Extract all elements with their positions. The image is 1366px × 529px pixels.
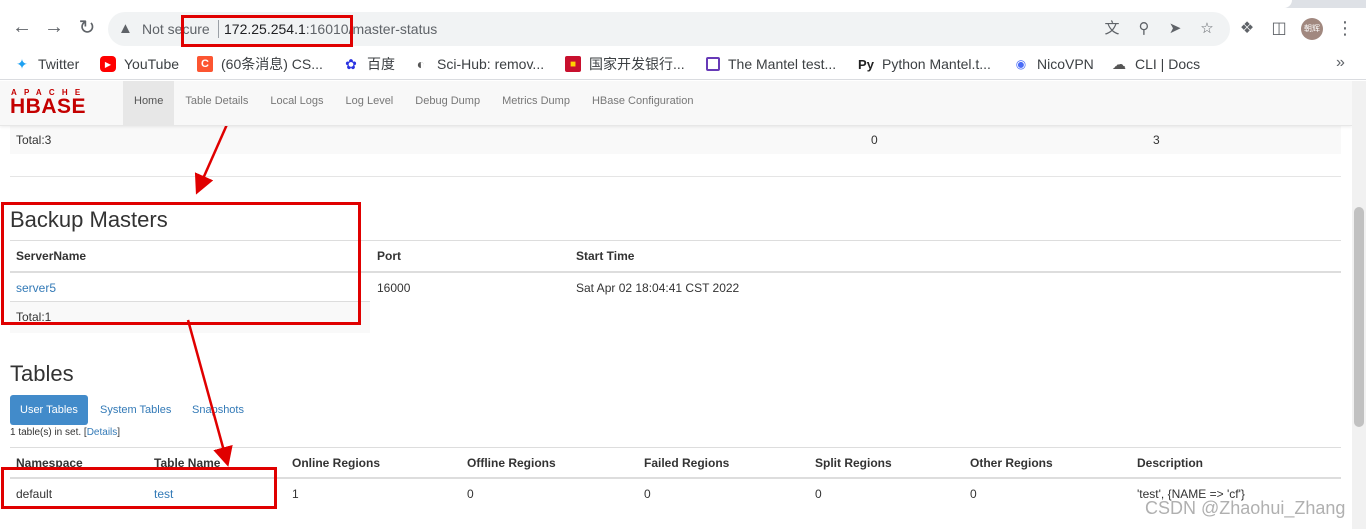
more-menu-icon[interactable]: ⋮ [1336, 18, 1354, 40]
column-header: Other Regions [970, 456, 1053, 470]
details-link[interactable]: Details [87, 427, 118, 438]
bookmark-mantel[interactable]: The Mantel test... [706, 54, 836, 74]
bookmark-twitter[interactable]: ✦ Twitter [14, 54, 79, 74]
bookmark-nicovpn[interactable]: ◉ NicoVPN [1013, 54, 1094, 74]
cloud-icon: ☁ [1112, 55, 1126, 72]
start-time-cell: Sat Apr 02 18:04:41 CST 2022 [576, 281, 740, 295]
column-header: Split Regions [815, 456, 892, 470]
tab-user-tables[interactable]: User Tables [10, 395, 88, 425]
scrollbar-thumb[interactable] [1354, 207, 1364, 427]
bookmark-baidu[interactable]: ✿ 百度 [343, 54, 395, 74]
column-header: Start Time [576, 249, 635, 263]
watermark: CSDN @Zhaohui_Zhang [1145, 498, 1346, 518]
tables-title: Tables [10, 361, 74, 386]
bookmark-youtube[interactable]: ▶ YouTube [100, 54, 179, 74]
bookmark-label: 国家开发银行... [589, 56, 685, 72]
bookmark-cli-docs[interactable]: ☁ CLI | Docs [1111, 54, 1200, 74]
nav-local-logs[interactable]: Local Logs [259, 81, 334, 126]
twitter-icon: ✦ [16, 55, 28, 72]
total-label: Total:3 [16, 133, 52, 147]
nav-table-details[interactable]: Table Details [174, 81, 259, 126]
active-tab-edge [0, 0, 1292, 8]
other-regions-cell: 0 [970, 487, 977, 501]
tab-system-tables[interactable]: System Tables [90, 395, 181, 425]
nav-hbase-configuration[interactable]: HBase Configuration [581, 81, 705, 126]
reload-icon[interactable]: ↻ [75, 15, 99, 39]
split-regions-cell: 0 [815, 487, 822, 501]
translate-icon[interactable]: 文 [1103, 20, 1121, 38]
total-value: 3 [1153, 133, 1160, 147]
bookmarks-bar: ✦ Twitter ▶ YouTube C (60条消息) CS... ✿ 百度 ◐ Sc… [0, 48, 1366, 80]
globe-icon: ◐ [416, 56, 426, 72]
bookmark-csdn[interactable]: C (60条消息) CS... [197, 54, 323, 74]
bookmark-label: NicoVPN [1037, 56, 1094, 72]
bookmark-label: Sci-Hub: remov... [437, 56, 545, 72]
page-icon [706, 57, 720, 71]
column-header: Port [377, 249, 401, 263]
bookmark-bank[interactable]: ■ 国家开发银行... [565, 54, 685, 74]
logo-hbase-text: HBASE [10, 95, 87, 118]
send-icon[interactable]: ➤ [1166, 20, 1184, 38]
bookmark-python-mantel[interactable]: Py Python Mantel.t... [858, 54, 991, 74]
bank-icon: ■ [565, 56, 581, 72]
table-count-close: ] [117, 427, 121, 438]
bookmark-label: CLI | Docs [1135, 56, 1201, 72]
bookmark-star-icon[interactable]: ☆ [1198, 20, 1216, 38]
bookmark-label: YouTube [124, 56, 180, 72]
bookmark-label: Twitter [38, 56, 80, 72]
vpn-icon: ◉ [1015, 57, 1027, 71]
back-icon[interactable]: ← [10, 15, 34, 39]
port-cell: 16000 [377, 281, 411, 295]
forward-icon[interactable]: → [42, 15, 66, 39]
nav-home[interactable]: Home [123, 81, 175, 126]
failed-regions-cell: 0 [644, 487, 651, 501]
zoom-icon[interactable]: ⚲ [1135, 20, 1153, 38]
section-divider [10, 176, 1341, 177]
region-servers-total-row: Total:3 0 3 [10, 126, 1341, 154]
annotation-box-backup-masters [1, 202, 361, 325]
bookmark-label: The Mantel test... [728, 56, 837, 72]
column-header: Description [1137, 456, 1204, 470]
baidu-icon: ✿ [345, 55, 357, 72]
side-panel-icon[interactable]: ◫ [1269, 19, 1289, 39]
warning-icon[interactable]: ▲ [118, 20, 136, 38]
csdn-icon: C [197, 56, 213, 72]
annotation-box-url [181, 15, 353, 47]
annotation-box-table-row [1, 467, 277, 509]
tab-strip [0, 0, 1366, 8]
nav-debug-dump[interactable]: Debug Dump [404, 81, 491, 126]
total-value: 0 [871, 133, 878, 147]
page-scrollbar[interactable] [1352, 81, 1366, 529]
bookmark-scihub[interactable]: ◐ Sci-Hub: remov... [413, 54, 544, 74]
online-regions-cell: 1 [292, 487, 299, 501]
nav-log-level[interactable]: Log Level [335, 81, 405, 126]
table-count-text: 1 table(s) in set. [ [10, 427, 87, 438]
tab-snapshots[interactable]: Snapshots [182, 395, 254, 425]
bookmark-label: 百度 [367, 56, 395, 72]
hbase-navbar: APACHE HBASE Home Table Details Local Lo… [0, 81, 1352, 126]
bookmarks-overflow-icon[interactable]: » [1336, 54, 1345, 72]
bookmark-label: Python Mantel.t... [882, 56, 991, 72]
column-header: Online Regions [292, 456, 381, 470]
bookmark-label: (60条消息) CS... [221, 56, 323, 72]
nav-metrics-dump[interactable]: Metrics Dump [491, 81, 581, 126]
table-count: 1 table(s) in set. [Details] [10, 427, 120, 438]
extensions-icon[interactable]: ❖ [1237, 19, 1257, 39]
nav-links: Home Table Details Local Logs Log Level … [123, 81, 704, 126]
avatar[interactable]: 朝辉 [1301, 18, 1323, 40]
youtube-icon: ▶ [100, 56, 116, 72]
column-header: Failed Regions [644, 456, 730, 470]
python-icon: Py [858, 56, 874, 72]
offline-regions-cell: 0 [467, 487, 474, 501]
column-header: Offline Regions [467, 456, 556, 470]
hbase-logo[interactable]: APACHE HBASE [10, 88, 114, 118]
